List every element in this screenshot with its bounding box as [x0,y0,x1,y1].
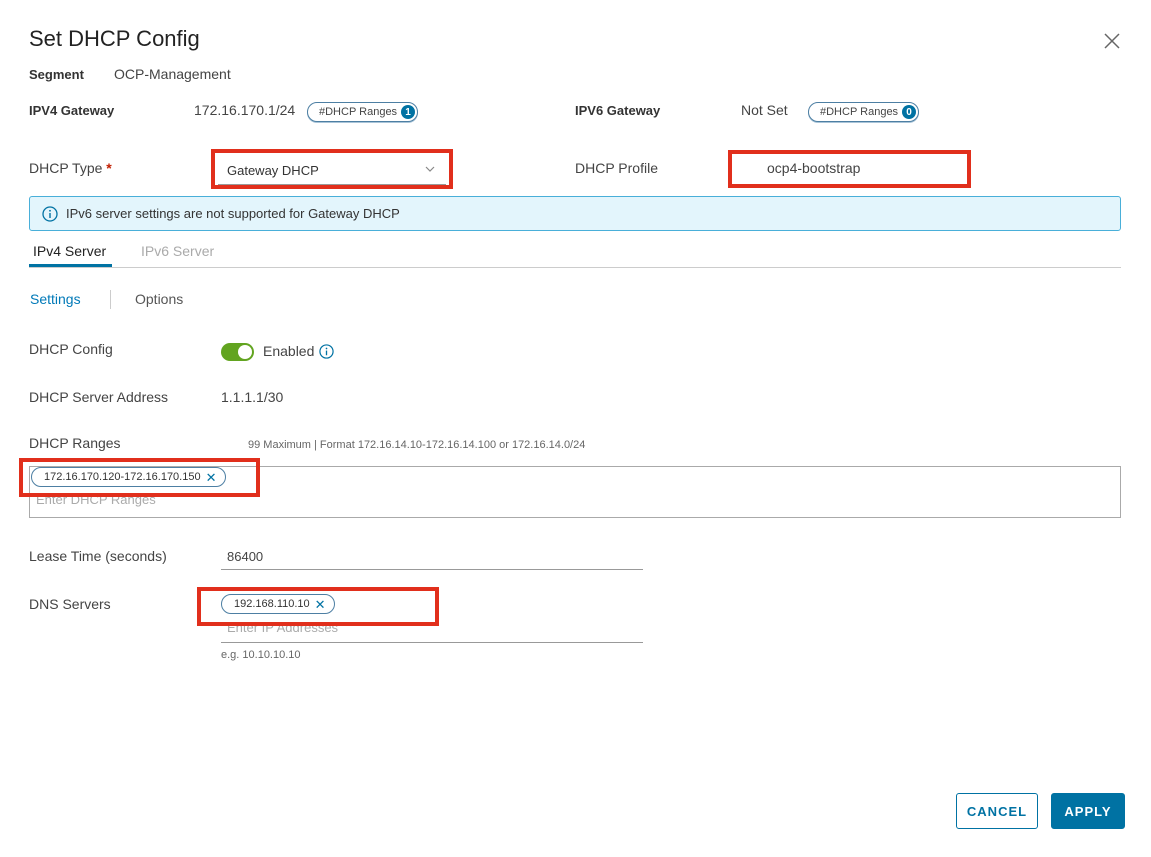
lease-time-input[interactable]: 86400 [221,546,643,570]
subtab-settings[interactable]: Settings [30,291,81,307]
dns-server-chip-text: 192.168.110.10 [234,598,310,610]
info-circle-icon [42,206,58,225]
server-address-label: DHCP Server Address [29,389,169,405]
alert-text: IPv6 server settings are not supported f… [66,206,400,221]
dhcp-profile-value[interactable]: ocp4-bootstrap [767,160,860,176]
close-icon[interactable] [1102,31,1122,51]
dhcp-type-value: Gateway DHCP [227,163,319,178]
segment-label: Segment [29,67,84,82]
set-dhcp-config-dialog: Set DHCP Config Segment OCP-Management I… [0,0,1151,857]
ipv4-gateway-value: 172.16.170.1/24 [194,102,296,118]
ipv6-gateway-label: IPV6 Gateway [575,103,661,118]
required-marker: * [106,160,112,176]
ipv6-gateway-value: Not Set [741,102,788,118]
ipv6-dhcp-ranges-count: 0 [902,105,917,119]
ipv6-dhcp-ranges-badge[interactable]: #DHCP Ranges 0 [808,102,920,122]
dhcp-ranges-placeholder: Enter DHCP Ranges [36,492,156,507]
remove-chip-icon[interactable]: ✕ [206,471,217,484]
lease-time-value: 86400 [227,549,264,564]
active-tab-indicator [29,264,112,267]
tabs-divider [29,267,1121,268]
dhcp-config-state: Enabled [263,343,315,359]
segment-value: OCP-Management [114,66,231,82]
ipv4-dhcp-ranges-count: 1 [401,105,416,119]
server-address-value: 1.1.1.1/30 [221,389,284,405]
dhcp-ranges-label: DHCP Ranges [29,435,121,451]
tab-ipv6-server[interactable]: IPv6 Server [141,243,214,259]
subtab-options[interactable]: Options [135,291,183,307]
info-alert: IPv6 server settings are not supported f… [29,196,1121,231]
tab-ipv4-server[interactable]: IPv4 Server [33,243,106,259]
dhcp-type-select[interactable]: Gateway DHCP [218,155,446,185]
dialog-title: Set DHCP Config [29,26,200,51]
ipv4-dhcp-ranges-badge[interactable]: #DHCP Ranges 1 [307,102,419,122]
dhcp-config-label: DHCP Config [29,341,113,357]
dns-servers-label: DNS Servers [29,596,111,612]
dhcp-profile-label: DHCP Profile [575,160,658,176]
ipv4-dhcp-ranges-label: #DHCP Ranges [319,106,398,118]
dns-servers-example: e.g. 10.10.10.10 [221,649,301,661]
toggle-knob [238,345,252,359]
dhcp-config-toggle[interactable] [221,343,254,361]
subtab-divider [110,290,111,309]
dhcp-ranges-hint: 99 Maximum | Format 172.16.14.10-172.16.… [248,439,586,451]
remove-chip-icon[interactable]: ✕ [315,598,326,611]
info-circle-icon[interactable] [319,344,334,364]
lease-time-label: Lease Time (seconds) [29,548,167,564]
apply-button[interactable]: APPLY [1051,793,1125,829]
cancel-button[interactable]: CANCEL [956,793,1038,829]
chevron-down-icon [424,163,436,175]
dhcp-type-label-text: DHCP Type [29,160,103,176]
ipv4-gateway-label: IPV4 Gateway [29,103,115,118]
dhcp-type-label: DHCP Type * [29,160,112,176]
dns-server-chip: 192.168.110.10 ✕ [221,594,335,614]
dns-servers-placeholder: Enter IP Addresses [227,620,339,635]
ipv6-dhcp-ranges-label: #DHCP Ranges [820,106,899,118]
dhcp-range-chip-text: 172.16.170.120-172.16.170.150 [44,471,201,483]
dhcp-range-chip: 172.16.170.120-172.16.170.150 ✕ [31,467,226,487]
